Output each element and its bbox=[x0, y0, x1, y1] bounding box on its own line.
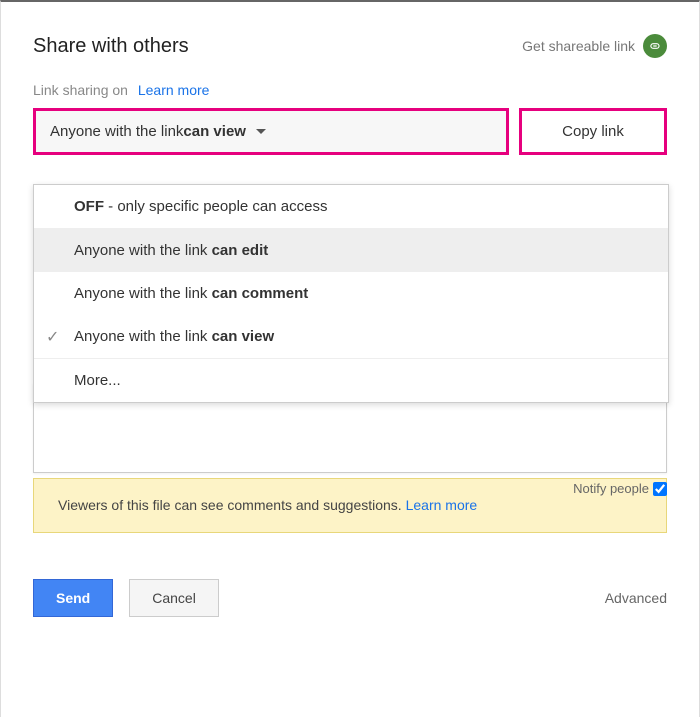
advanced-link[interactable]: Advanced bbox=[605, 590, 667, 606]
link-sharing-status: Link sharing on Learn more bbox=[33, 82, 667, 98]
menu-item-more[interactable]: More... bbox=[34, 359, 668, 402]
copy-link-button[interactable]: Copy link bbox=[519, 108, 667, 155]
link-icon bbox=[643, 34, 667, 58]
notify-people-label: Notify people bbox=[573, 481, 649, 496]
check-icon: ✓ bbox=[46, 327, 59, 347]
send-button[interactable]: Send bbox=[33, 579, 113, 617]
menu-edit-bold: can edit bbox=[212, 242, 269, 259]
menu-off-bold: OFF bbox=[74, 198, 104, 215]
banner-text: Viewers of this file can see comments an… bbox=[58, 497, 406, 513]
permission-menu: OFF - only specific people can access An… bbox=[33, 184, 669, 403]
menu-comment-prefix: Anyone with the link bbox=[74, 285, 212, 302]
menu-item-off[interactable]: OFF - only specific people can access bbox=[34, 185, 668, 228]
get-shareable-link[interactable]: Get shareable link bbox=[522, 34, 667, 58]
dropdown-value: can view bbox=[183, 123, 246, 140]
menu-view-prefix: Anyone with the link bbox=[74, 328, 212, 345]
menu-edit-prefix: Anyone with the link bbox=[74, 242, 212, 259]
shareable-link-label: Get shareable link bbox=[522, 38, 635, 54]
permission-dropdown[interactable]: Anyone with the link can view bbox=[33, 108, 509, 155]
menu-item-can-view[interactable]: ✓ Anyone with the link can view bbox=[34, 315, 668, 358]
menu-comment-bold: can comment bbox=[212, 285, 309, 302]
menu-item-can-comment[interactable]: Anyone with the link can comment bbox=[34, 272, 668, 315]
banner-learn-more[interactable]: Learn more bbox=[406, 497, 478, 513]
menu-view-bold: can view bbox=[212, 328, 275, 345]
cancel-button[interactable]: Cancel bbox=[129, 579, 219, 617]
menu-item-can-edit[interactable]: Anyone with the link can edit bbox=[34, 229, 668, 272]
notify-people-checkbox[interactable] bbox=[653, 482, 667, 496]
status-text: Link sharing on bbox=[33, 82, 128, 98]
learn-more-link[interactable]: Learn more bbox=[138, 82, 210, 98]
menu-off-rest: - only specific people can access bbox=[104, 198, 327, 215]
chevron-down-icon bbox=[256, 129, 266, 134]
dropdown-prefix: Anyone with the link bbox=[50, 123, 183, 140]
dialog-title: Share with others bbox=[33, 35, 189, 58]
